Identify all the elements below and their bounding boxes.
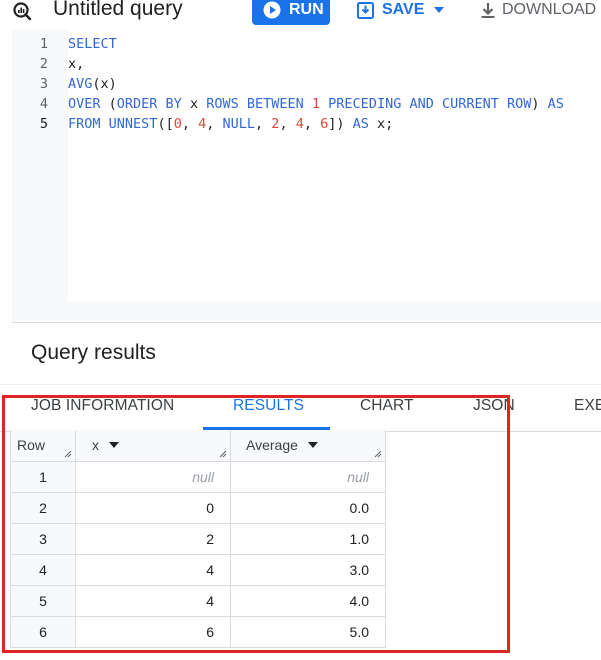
cell-x[interactable]: 2 bbox=[76, 524, 231, 555]
line-number: 4 bbox=[39, 96, 48, 112]
sort-dropdown-icon[interactable] bbox=[109, 442, 119, 448]
cell-x[interactable]: null bbox=[76, 462, 231, 493]
save-icon bbox=[357, 1, 374, 19]
resize-handle-icon[interactable] bbox=[374, 450, 382, 458]
code-line: x, bbox=[68, 56, 85, 72]
cell-x[interactable]: 4 bbox=[76, 555, 231, 586]
cell-average[interactable]: 0.0 bbox=[231, 493, 386, 524]
column-header-average[interactable]: Average bbox=[231, 430, 386, 462]
column-header-row[interactable]: Row bbox=[10, 430, 76, 462]
code-line: SELECT bbox=[68, 36, 117, 52]
sql-editor: 1 2 3 4 5 SELECT x, AVG(x) OVER (ORDER B… bbox=[12, 30, 601, 322]
download-button[interactable]: DOWNLOAD bbox=[480, 0, 596, 24]
download-button-label: DOWNLOAD bbox=[502, 1, 597, 18]
row-number: 2 bbox=[10, 493, 76, 524]
column-header-label: Average bbox=[246, 437, 298, 453]
query-header: Untitled query RUN SAVE DOWNLOAD bbox=[0, 0, 601, 30]
row-number: 4 bbox=[10, 555, 76, 586]
query-title[interactable]: Untitled query bbox=[53, 0, 183, 21]
cell-x[interactable]: 0 bbox=[76, 493, 231, 524]
cell-x[interactable]: 4 bbox=[76, 586, 231, 617]
tab-execution[interactable]: EXE bbox=[574, 397, 601, 415]
code-line: OVER (ORDER BY x ROWS BETWEEN 1 PRECEDIN… bbox=[68, 96, 564, 112]
line-number: 1 bbox=[39, 36, 48, 52]
results-table: Row x Average 1 null null 2 0 0.0 3 2 1.… bbox=[10, 430, 601, 650]
download-icon bbox=[481, 2, 495, 18]
code-line: AVG(x) bbox=[68, 76, 117, 92]
cell-average[interactable]: 4.0 bbox=[231, 586, 386, 617]
editor-divider bbox=[12, 322, 601, 323]
resize-handle-icon[interactable] bbox=[219, 450, 227, 458]
row-number: 1 bbox=[10, 462, 76, 493]
tab-chart[interactable]: CHART bbox=[360, 397, 414, 415]
column-header-label: Row bbox=[17, 437, 46, 453]
code-line: FROM UNNEST([0, 4, NULL, 2, 4, 6]) AS x; bbox=[68, 116, 394, 132]
line-number-active: 5 bbox=[39, 116, 48, 132]
line-number: 2 bbox=[39, 56, 48, 72]
run-button[interactable]: RUN bbox=[252, 0, 330, 25]
chevron-down-icon bbox=[434, 7, 445, 13]
cell-average[interactable]: null bbox=[231, 462, 386, 493]
row-number: 6 bbox=[10, 617, 76, 648]
tab-results[interactable]: RESULTS bbox=[233, 397, 304, 415]
row-number: 3 bbox=[10, 524, 76, 555]
resize-handle-icon[interactable] bbox=[64, 450, 72, 458]
line-gutter: 1 2 3 4 5 bbox=[12, 30, 68, 322]
tab-job-information[interactable]: JOB INFORMATION bbox=[31, 397, 174, 415]
results-tabs: JOB INFORMATION RESULTS CHART JSON EXE bbox=[0, 384, 601, 432]
query-icon bbox=[13, 2, 32, 21]
sort-dropdown-icon[interactable] bbox=[307, 442, 318, 448]
column-header-label: x bbox=[92, 437, 99, 453]
row-number: 5 bbox=[10, 586, 76, 617]
code-area[interactable]: SELECT x, AVG(x) OVER (ORDER BY x ROWS B… bbox=[68, 30, 601, 302]
cell-x[interactable]: 6 bbox=[76, 617, 231, 648]
cell-average[interactable]: 3.0 bbox=[231, 555, 386, 586]
results-title: Query results bbox=[31, 341, 156, 364]
cell-average[interactable]: 1.0 bbox=[231, 524, 386, 555]
line-number: 3 bbox=[39, 76, 48, 92]
column-header-x[interactable]: x bbox=[76, 430, 231, 462]
cell-average[interactable]: 5.0 bbox=[231, 617, 386, 648]
save-button[interactable]: SAVE bbox=[357, 0, 452, 24]
run-button-label: RUN bbox=[289, 0, 324, 18]
tab-json[interactable]: JSON bbox=[473, 397, 515, 415]
play-icon bbox=[263, 1, 281, 18]
save-button-label: SAVE bbox=[382, 1, 425, 18]
